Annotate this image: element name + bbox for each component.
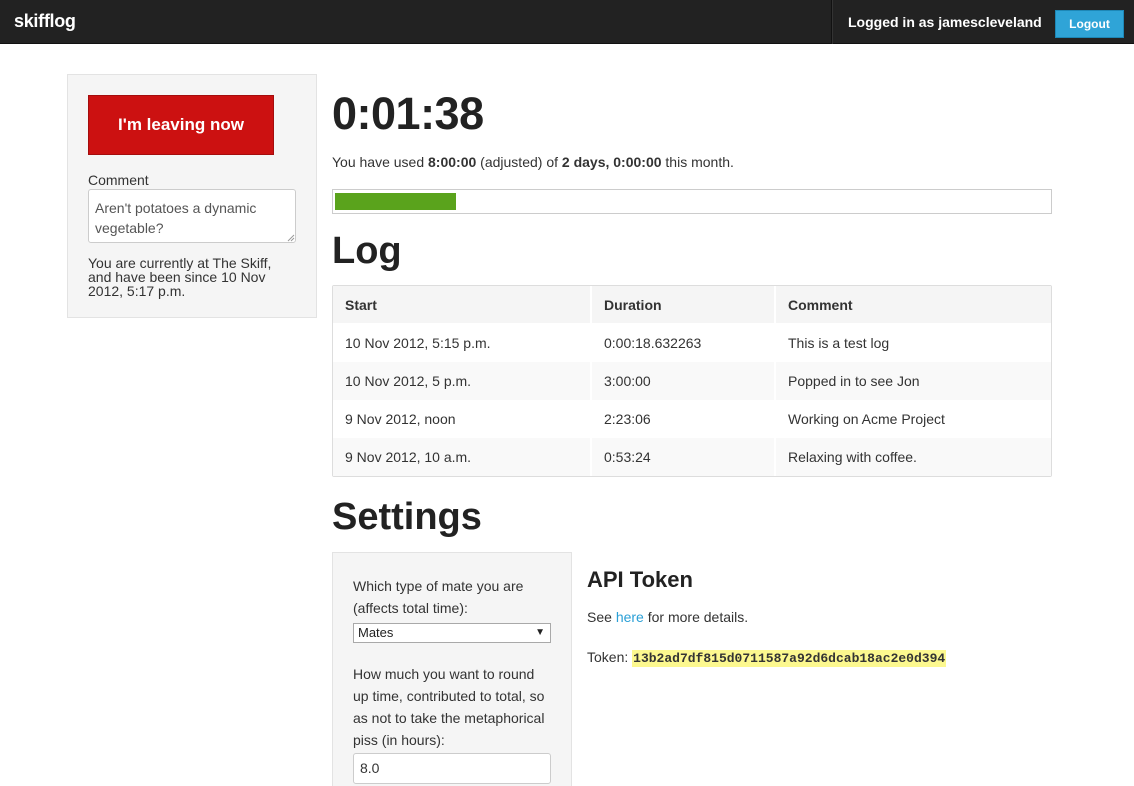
comment-textarea[interactable]: Aren't potatoes a dynamic vegetable? xyxy=(88,189,296,243)
usage-total: 2 days, 0:00:00 xyxy=(561,154,662,170)
top-navbar: skifflog Logged in as jamescleveland Log… xyxy=(0,0,1134,44)
resize-handle-icon[interactable] xyxy=(287,234,295,242)
elapsed-timer: 0:01:38 xyxy=(332,88,484,139)
table-row: 10 Nov 2012, 5:15 p.m. 0:00:18.632263 Th… xyxy=(333,324,1051,362)
logout-button[interactable]: Logout xyxy=(1055,10,1124,38)
token-value[interactable]: 13b2ad7df815d0711587a92d6dcab18ac2e0d394 xyxy=(632,650,947,667)
column-header-start: Start xyxy=(333,286,590,324)
api-see-prefix: See xyxy=(587,609,616,625)
log-start: 9 Nov 2012, noon xyxy=(345,411,456,427)
round-up-label: How much you want to round up time, cont… xyxy=(353,666,545,748)
table-row: 10 Nov 2012, 5 p.m. 3:00:00 Popped in to… xyxy=(333,362,1051,400)
column-header-duration: Duration xyxy=(590,286,774,324)
nav-divider xyxy=(831,0,832,44)
log-start: 10 Nov 2012, 5 p.m. xyxy=(333,362,590,400)
log-start: 9 Nov 2012, 10 a.m. xyxy=(333,438,590,476)
log-heading: Log xyxy=(332,230,402,272)
settings-heading: Settings xyxy=(332,496,482,538)
round-up-input[interactable]: 8.0 xyxy=(353,753,551,784)
token-label: Token: xyxy=(587,649,633,665)
usage-middle: (adjusted) of xyxy=(476,154,562,170)
settings-panel: Which type of mate you are (affects tota… xyxy=(332,552,572,786)
table-header-row: Start Duration Comment xyxy=(333,286,1051,324)
log-comment: Working on Acme Project xyxy=(774,400,1051,438)
api-see-suffix: for more details. xyxy=(643,609,749,625)
table-row: 9 Nov 2012, noon 2:23:06 Working on Acme… xyxy=(333,400,1051,438)
comment-label: Comment xyxy=(88,172,149,188)
log-table: Start Duration Comment 10 Nov 2012, 5:15… xyxy=(332,285,1052,477)
api-token-line: Token: 13b2ad7df815d0711587a92d6dcab18ac… xyxy=(587,649,947,667)
chevron-down-icon: ▼ xyxy=(535,627,545,638)
log-comment: Popped in to see Jon xyxy=(774,362,1051,400)
column-header-comment: Comment xyxy=(774,286,1051,324)
log-comment: This is a test log xyxy=(774,324,1051,362)
usage-summary: You have used 8:00:00 (adjusted) of 2 da… xyxy=(332,154,734,170)
table-row: 9 Nov 2012, 10 a.m. 0:53:24 Relaxing wit… xyxy=(333,438,1051,476)
log-duration: 0:53:24 xyxy=(590,438,774,476)
brand-logo[interactable]: skifflog xyxy=(14,11,76,32)
mate-type-label: Which type of mate you are (affects tota… xyxy=(353,578,524,616)
api-details-link[interactable]: here xyxy=(616,609,644,625)
usage-progress-fill xyxy=(335,193,456,210)
usage-used: 8:00:00 xyxy=(428,154,477,170)
mate-type-value: Mates xyxy=(358,625,394,640)
log-start: 10 Nov 2012, 5:15 p.m. xyxy=(345,335,491,351)
logged-in-text: Logged in as jamescleveland xyxy=(848,14,1042,30)
log-duration: 2:23:06 xyxy=(590,400,774,438)
mate-type-select[interactable]: Mates ▼ xyxy=(353,623,551,643)
api-details-text: See here for more details. xyxy=(587,609,748,625)
leave-now-button[interactable]: I'm leaving now xyxy=(88,95,274,155)
log-duration: 3:00:00 xyxy=(590,362,774,400)
usage-prefix: You have used xyxy=(332,154,429,170)
checkin-panel: I'm leaving now Comment Aren't potatoes … xyxy=(67,74,317,318)
usage-suffix: this month. xyxy=(661,154,734,170)
location-status: You are currently at The Skiff, and have… xyxy=(88,255,272,299)
log-duration: 0:00:18.632263 xyxy=(590,324,774,362)
log-comment: Relaxing with coffee. xyxy=(774,438,1051,476)
usage-progress-bar xyxy=(332,189,1052,214)
api-token-heading: API Token xyxy=(587,567,693,592)
